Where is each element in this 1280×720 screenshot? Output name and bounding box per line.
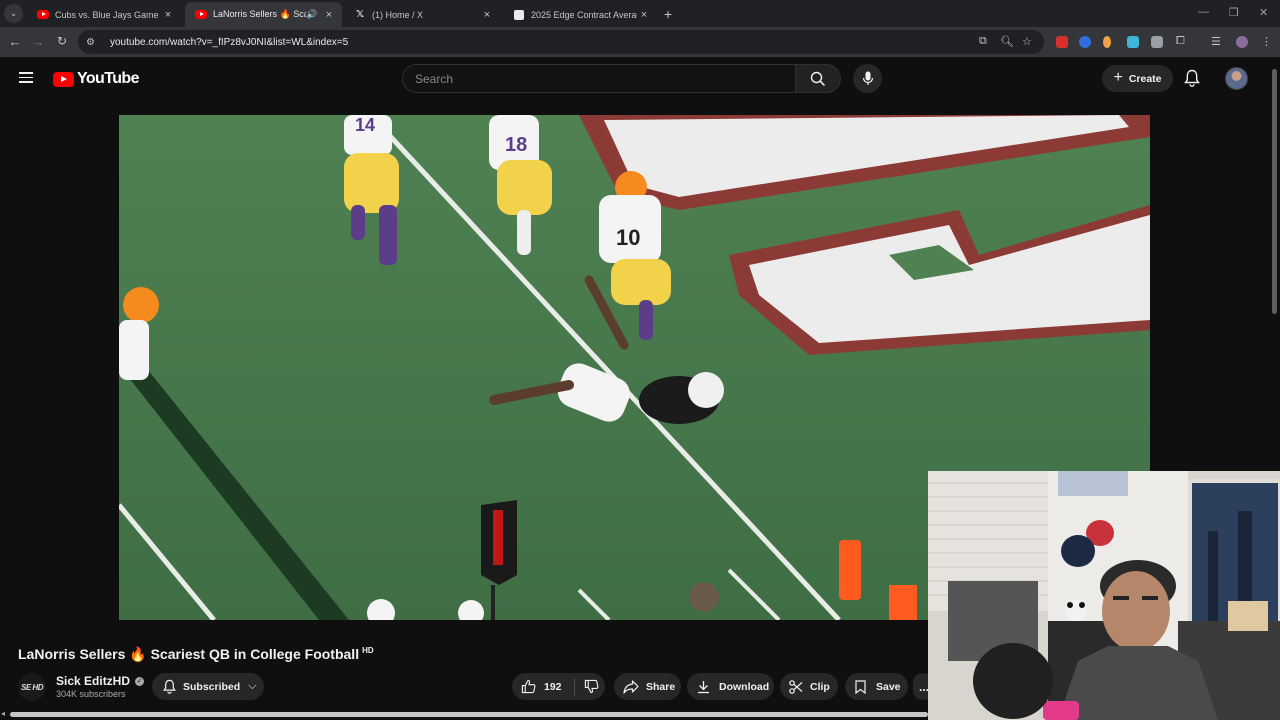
browser-tab-bar: ⌄ Cubs vs. Blue Jays Game Highlig × LaNo… [0, 0, 1280, 27]
browser-tab-lanorris[interactable]: LaNorris Sellers 🔥 Scariest 🔊 × [185, 2, 342, 27]
channel-avatar[interactable]: SE HD [18, 673, 46, 701]
search-placeholder: Search [415, 71, 454, 86]
extension-icon[interactable] [1056, 36, 1068, 48]
extensions-puzzle-icon[interactable]: ⧠ [1176, 35, 1185, 48]
youtube-icon [195, 9, 207, 21]
save-label: Save [876, 680, 901, 693]
download-label: Download [719, 680, 770, 693]
browser-tab-edge-contract[interactable]: 2025 Edge Contract Average Ra × [503, 2, 657, 27]
hd-badge: HD [362, 646, 374, 656]
youtube-icon [37, 9, 49, 21]
divider [573, 677, 575, 696]
dislike-button[interactable] [584, 679, 599, 694]
channel-name-text: Sick EditzHD [56, 674, 131, 688]
bookmark-star-icon[interactable]: ☆ [1022, 35, 1032, 48]
create-label: Create [1128, 72, 1162, 85]
download-icon [698, 680, 709, 693]
video-title-text: LaNorris Sellers 🔥 Scariest QB in Colleg… [18, 646, 360, 662]
speaker-icon[interactable]: 🔊 [306, 9, 318, 20]
browser-toolbar: ← → ↻ ⚙ youtube.com/watch?v=_fIPz8vJ0NI&… [0, 27, 1280, 57]
menu-icon[interactable] [19, 72, 33, 83]
jersey-number-10: 10 [616, 225, 640, 250]
browser-tab-cubs[interactable]: Cubs vs. Blue Jays Game Highlig × [27, 2, 181, 27]
back-icon[interactable]: ← [6, 34, 24, 49]
jersey-number-14: 14 [355, 115, 375, 135]
browser-tab-x-home[interactable]: 𝕏 (1) Home / X × [344, 2, 500, 27]
extension-icon[interactable] [1151, 36, 1163, 48]
install-app-icon[interactable]: ⧉ [979, 35, 987, 48]
reload-icon[interactable]: ↻ [53, 34, 71, 48]
like-count: 192 [544, 680, 562, 693]
jersey-number-18: 18 [505, 134, 527, 156]
tab-title: 2025 Edge Contract Average Ra [531, 9, 637, 20]
youtube-logo-text: YouTube [77, 70, 139, 87]
extension-icon[interactable] [1079, 36, 1091, 48]
browser-menu-icon[interactable]: ⋮ [1261, 35, 1272, 48]
close-tab-icon[interactable]: × [161, 9, 175, 21]
vertical-scrollbar-thumb[interactable] [1272, 69, 1277, 314]
notifications-button[interactable] [1184, 69, 1200, 92]
subscriber-count: 304K subscribers [56, 689, 126, 699]
new-tab-icon[interactable]: + [664, 6, 672, 22]
verified-check-icon: ✓ [135, 676, 145, 686]
url-text: youtube.com/watch?v=_fIPz8vJ0NI&list=WL&… [110, 36, 349, 48]
webcam-scene [928, 471, 1280, 720]
clip-label: Clip [810, 680, 830, 693]
save-button[interactable]: Save [845, 673, 908, 700]
youtube-logo[interactable]: YouTube [53, 70, 139, 88]
voice-search-button[interactable] [853, 64, 882, 93]
address-bar[interactable]: ⚙ youtube.com/watch?v=_fIPz8vJ0NI&list=W… [78, 30, 1044, 54]
minimize-icon[interactable]: — [1198, 6, 1209, 18]
like-button[interactable]: 192 [521, 679, 562, 694]
maximize-icon[interactable]: ❐ [1229, 6, 1239, 19]
profile-icon[interactable] [1236, 36, 1248, 48]
horizontal-scrollbar[interactable]: ◂ [0, 709, 930, 720]
close-tab-icon[interactable]: × [480, 9, 494, 21]
search-button[interactable] [795, 64, 841, 93]
channel-name[interactable]: Sick EditzHD ✓ [56, 674, 145, 688]
extension-icon[interactable] [1103, 36, 1111, 48]
scissors-icon [789, 679, 803, 694]
youtube-play-icon [53, 71, 74, 87]
extension-icon[interactable] [1127, 36, 1139, 48]
share-button[interactable]: Share [614, 673, 681, 700]
reading-list-icon[interactable]: ☰ [1211, 35, 1221, 48]
download-button[interactable]: Download [687, 673, 774, 700]
bell-icon [163, 679, 176, 694]
page-icon [513, 9, 525, 21]
horizontal-scrollbar-thumb[interactable] [10, 712, 928, 717]
plus-icon: + [1113, 68, 1123, 86]
tab-title: LaNorris Sellers 🔥 Scariest [213, 9, 306, 19]
thumbs-down-icon [584, 679, 599, 694]
close-window-icon[interactable]: ✕ [1259, 6, 1268, 19]
webcam-overlay [928, 471, 1280, 720]
scroll-left-arrow-icon[interactable]: ◂ [1, 709, 5, 718]
tab-search-dropdown-icon[interactable]: ⌄ [4, 4, 23, 23]
tab-title: Cubs vs. Blue Jays Game Highlig [55, 9, 161, 20]
youtube-header: YouTube Search + Create [0, 57, 1280, 100]
subscribed-button[interactable]: Subscribed ⌵ [152, 673, 264, 700]
subscribed-label: Subscribed [183, 680, 241, 693]
video-title: LaNorris Sellers 🔥 Scariest QB in Colleg… [18, 646, 374, 663]
search-input[interactable]: Search [402, 64, 795, 93]
bell-icon [1184, 69, 1200, 87]
bookmark-icon [855, 679, 866, 694]
forward-icon[interactable]: → [29, 34, 47, 49]
x-icon: 𝕏 [355, 9, 365, 20]
clip-button[interactable]: Clip [780, 673, 838, 700]
site-info-icon[interactable]: ⚙ [86, 37, 100, 48]
share-label: Share [646, 680, 676, 693]
close-tab-icon[interactable]: × [322, 9, 336, 21]
close-tab-icon[interactable]: × [637, 9, 651, 21]
search-icon [810, 71, 826, 86]
like-dislike-group: 192 [512, 673, 605, 700]
account-avatar[interactable] [1225, 67, 1248, 90]
zoom-icon[interactable]: 🔍︎ [1000, 35, 1014, 48]
share-icon [623, 679, 639, 694]
tab-title: (1) Home / X [372, 9, 424, 20]
thumbs-up-icon [521, 679, 536, 694]
create-button[interactable]: + Create [1102, 65, 1173, 92]
microphone-icon [862, 71, 873, 85]
chevron-down-icon: ⌵ [248, 680, 257, 692]
